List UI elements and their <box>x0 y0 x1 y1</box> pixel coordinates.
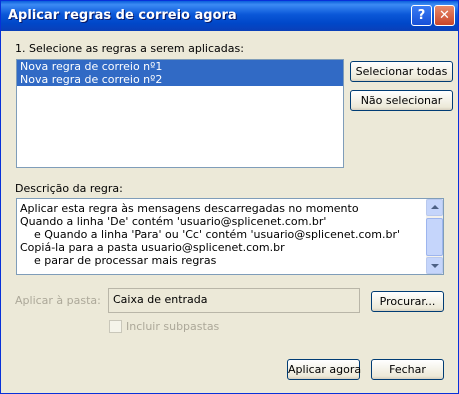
rule-description[interactable]: Aplicar esta regra às mensagens descarre… <box>16 198 444 275</box>
scroll-thumb[interactable] <box>426 218 443 256</box>
description-line[interactable]: e parar de processar mais regras <box>20 254 425 267</box>
select-all-button[interactable]: Selecionar todas <box>350 61 453 82</box>
include-subfolders-label: Incluir subpastas <box>126 320 220 333</box>
apply-now-button[interactable]: Aplicar agora <box>287 359 361 380</box>
chevron-up-icon <box>431 205 439 209</box>
description-line[interactable]: e Quando a linha 'Para' ou 'Cc' contém '… <box>20 228 425 241</box>
rules-label: 1. Selecione as regras a serem aplicadas… <box>15 42 244 55</box>
browse-button[interactable]: Procurar... <box>371 291 444 312</box>
scroll-up-button[interactable] <box>426 199 443 216</box>
dialog-window: Aplicar regras de correio agora ? ✕ 1. S… <box>0 0 459 394</box>
apply-folder-field: Caixa de entrada <box>108 288 360 313</box>
scroll-down-button[interactable] <box>426 257 443 274</box>
help-button[interactable]: ? <box>411 5 432 26</box>
description-scrollbar[interactable] <box>426 199 443 274</box>
include-subfolders-checkbox[interactable] <box>109 320 122 333</box>
close-window-button[interactable]: ✕ <box>434 5 455 26</box>
chevron-down-icon <box>431 264 439 268</box>
select-none-button[interactable]: Não selecionar <box>350 90 453 111</box>
rule-item-1[interactable]: Nova regra de correio nº1 <box>17 60 343 73</box>
description-line[interactable]: Quando a linha 'De' contém 'usuario@spli… <box>20 215 425 228</box>
window-title: Aplicar regras de correio agora <box>8 8 237 23</box>
apply-folder-value: Caixa de entrada <box>113 293 208 306</box>
description-line[interactable]: Copiá-la para a pasta usuario@splicenet.… <box>20 241 425 254</box>
description-line: Aplicar esta regra às mensagens descarre… <box>20 202 359 215</box>
rules-list[interactable]: Nova regra de correio nº1 Nova regra de … <box>16 59 344 168</box>
rule-item-label: Nova regra de correio nº1 <box>20 60 163 73</box>
rule-item-2[interactable]: Nova regra de correio nº2 <box>17 73 343 86</box>
title-bar: Aplicar regras de correio agora ? ✕ <box>1 1 458 31</box>
apply-folder-label: Aplicar à pasta: <box>15 294 101 307</box>
description-label: Descrição da regra: <box>15 182 123 195</box>
rule-item-label: Nova regra de correio nº2 <box>20 73 163 86</box>
close-button[interactable]: Fechar <box>371 359 444 380</box>
